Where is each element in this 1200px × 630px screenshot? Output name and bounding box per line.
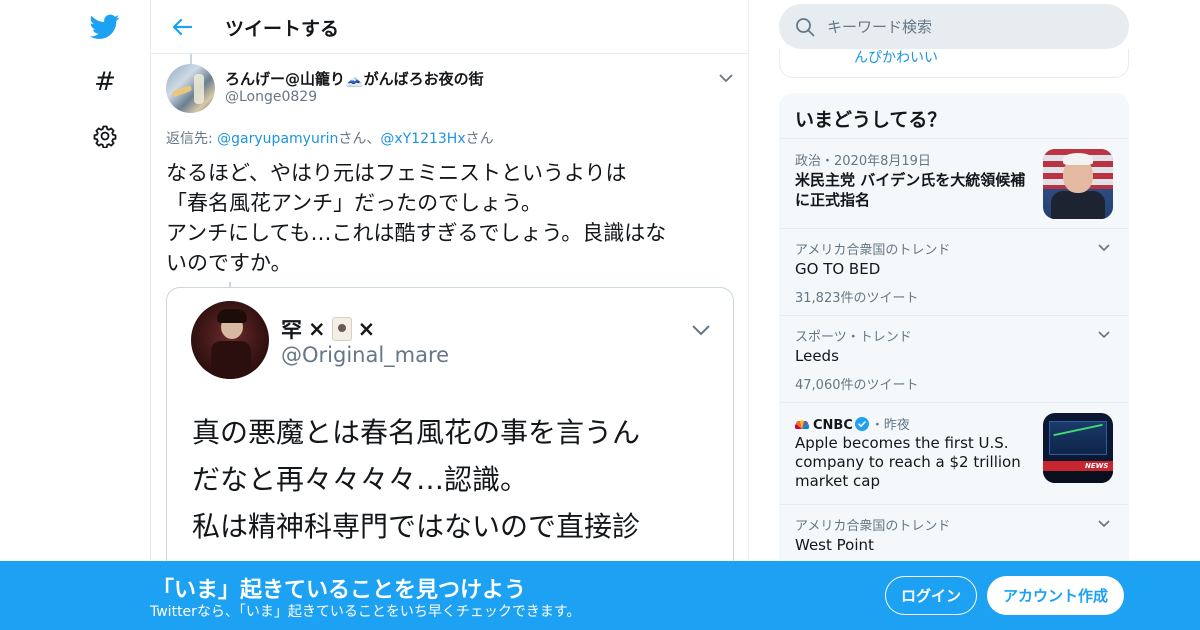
reply-mention-link[interactable]: @xY1213Hx	[380, 131, 465, 147]
main-column: ツイートする ろんげー@山籠り🗻がんばろお夜の街 @Longe0829 返信先:…	[150, 0, 749, 630]
tweet-author: ろんげー@山籠り🗻がんばろお夜の街 @Longe0829	[166, 64, 736, 116]
page-header: ツイートする	[151, 0, 748, 54]
reply-suffix: さん	[465, 131, 494, 147]
gear-icon[interactable]	[88, 119, 122, 153]
trend-name: Leeds	[795, 347, 839, 365]
tweet-text-line: いのですか。	[166, 251, 292, 275]
search-input[interactable]	[827, 12, 1107, 41]
quote-name-sep: ×	[357, 317, 376, 341]
thumbnail-caption: NEWS	[1085, 462, 1109, 470]
tweet-text-line: アンチにしても…これは酷すぎるでしょう。良識はな	[166, 221, 667, 245]
avatar[interactable]	[191, 301, 269, 379]
chevron-down-icon[interactable]	[689, 318, 713, 342]
chevron-down-icon[interactable]	[1095, 326, 1113, 344]
tweet-text: なるほど、やはり元はフェミニストというよりは 「春名風花アンチ」だったのでしょう…	[166, 158, 741, 278]
trends-title: いまどうしてる？	[795, 109, 947, 131]
trend-tweet-count: 47,060件のツイート	[795, 378, 919, 393]
reply-prefix: 返信先:	[166, 131, 218, 147]
left-nav: #	[0, 0, 150, 630]
quote-screen-name[interactable]: @Original_mare	[281, 343, 449, 367]
banner-title: 「いま」起きていることを見つけよう	[152, 578, 527, 603]
chevron-down-icon[interactable]	[716, 68, 736, 88]
trend-tweet-count: 31,823件のツイート	[795, 291, 919, 306]
trend-time: ・昨夜	[870, 418, 910, 433]
cnbc-logo-icon	[795, 420, 809, 429]
reply-mention-link[interactable]: @garyupamyurin	[217, 131, 338, 147]
search-icon	[796, 18, 815, 37]
back-arrow-icon	[172, 18, 192, 36]
author-display-name[interactable]: ろんげー@山籠り🗻がんばろお夜の街	[225, 68, 484, 89]
trends-panel: いまどうしてる？ 政治・2020年8月19日 米民主党 バイデン氏を大統領候補に…	[779, 93, 1129, 630]
search-box[interactable]	[779, 4, 1129, 49]
quote-name-text: 罕	[281, 318, 302, 342]
signup-button[interactable]: アカウント作成	[987, 576, 1124, 615]
trend-name: 米民主党 バイデン氏を大統領候補に正式指名	[795, 171, 1026, 209]
back-button[interactable]	[167, 12, 197, 42]
trend-name: GO TO BED	[795, 260, 881, 278]
page-title: ツイートする	[225, 18, 340, 40]
quote-text-line: 真の悪魔とは春名風花の事を言うん	[192, 416, 641, 449]
trend-source: CNBC ・昨夜	[795, 414, 910, 433]
previous-card-text[interactable]: んぴかわいい	[854, 47, 938, 67]
trend-meta: アメリカ合衆国のトレンド	[795, 519, 951, 534]
trend-meta: スポーツ・トレンド	[795, 330, 912, 345]
login-button[interactable]: ログイン	[885, 576, 977, 615]
hashtag-glyph: #	[94, 67, 116, 97]
trend-source-name: CNBC	[813, 418, 853, 433]
tweet-text-line: 「春名風花アンチ」だったのでしょう。	[166, 191, 542, 215]
trend-meta: 政治・2020年8月19日	[795, 154, 931, 169]
banner-subtitle: Twitterなら、「いま」起きていることをいち早くチェックできます。	[150, 604, 581, 620]
author-screen-name[interactable]: @Longe0829	[225, 89, 317, 105]
tweet-text-line: なるほど、やはり元はフェミニストというよりは	[166, 161, 627, 185]
quote-name-sep: ×	[308, 317, 326, 341]
quote-text-line: 私は精神科専門ではないので直接診	[192, 510, 641, 543]
trend-item[interactable]: アメリカ合衆国のトレンド GO TO BED 31,823件のツイート	[779, 229, 1129, 315]
trend-item[interactable]: 政治・2020年8月19日 米民主党 バイデン氏を大統領候補に正式指名	[779, 139, 1129, 228]
twitter-bird-icon[interactable]	[88, 10, 122, 44]
trend-thumbnail: NEWS	[1043, 413, 1113, 483]
reply-suffix: さん、	[338, 131, 381, 147]
trend-item[interactable]: CNBC ・昨夜 Apple becomes the first U.S. com…	[779, 403, 1129, 504]
hashtag-icon[interactable]: #	[88, 65, 122, 99]
trend-item[interactable]: スポーツ・トレンド Leeds 47,060件のツイート	[779, 316, 1129, 402]
quote-text: 真の悪魔とは春名風花の事を言うん だなと再々々々々…認識。 私は精神科専門ではな…	[192, 409, 712, 550]
right-sidebar: んぴかわいい いまどうしてる？ 政治・2020年8月19日 米民主党 バイデン氏…	[779, 0, 1129, 630]
trend-name: Apple becomes the first U.S. company to …	[795, 434, 1021, 490]
reply-context: 返信先: @garyupamyurinさん、@xY1213Hxさん	[166, 128, 494, 148]
signup-banner: 「いま」起きていることを見つけよう Twitterなら、「いま」起きていることを…	[0, 561, 1200, 630]
trend-meta: アメリカ合衆国のトレンド	[795, 243, 951, 258]
chevron-down-icon[interactable]	[1095, 515, 1113, 533]
verified-badge-icon	[854, 417, 869, 431]
card-emoji-icon	[331, 317, 352, 341]
thread-connector	[190, 54, 192, 64]
trend-thumbnail	[1043, 149, 1113, 219]
trend-name: West Point	[795, 536, 874, 554]
avatar[interactable]	[166, 64, 215, 113]
previous-card-fragment: んぴかわいい	[779, 49, 1129, 78]
chevron-down-icon[interactable]	[1095, 239, 1113, 257]
quote-display-name[interactable]: 罕 × ×	[281, 314, 375, 344]
quote-text-line: だなと再々々々々…認識。	[192, 463, 529, 496]
